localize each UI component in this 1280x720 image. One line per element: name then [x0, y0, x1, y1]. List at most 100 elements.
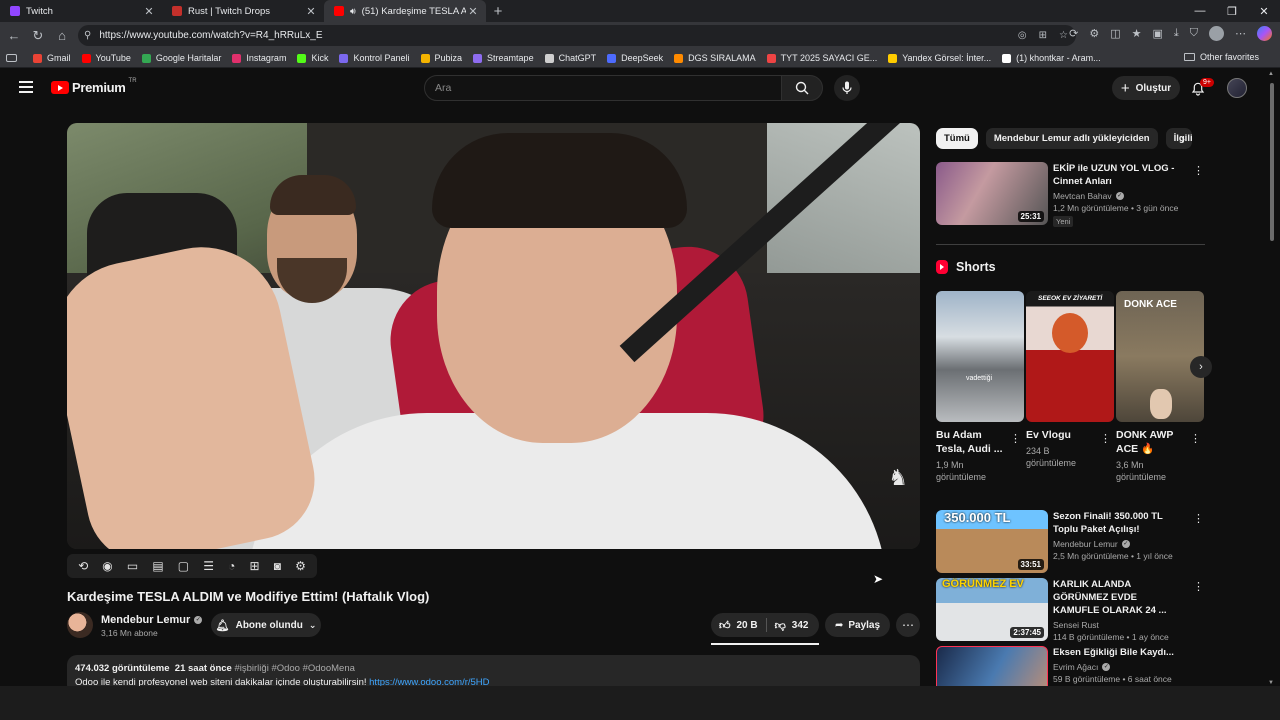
channel-name[interactable]: Sensei Rust — [1053, 620, 1099, 630]
page-scrollbar[interactable]: ▲ ▼ — [1268, 71, 1276, 686]
menu-icon[interactable] — [19, 81, 33, 96]
short-thumbnail[interactable]: DONK ACE — [1116, 291, 1204, 422]
split-screen-icon[interactable]: ◫ — [1110, 27, 1120, 40]
shield-icon[interactable]: ⛉ — [1190, 27, 1198, 40]
close-window-icon[interactable]: ✕ — [1248, 0, 1280, 22]
extensions-icon[interactable]: ⚙ — [1089, 27, 1099, 40]
browser-tab-youtube[interactable]: 🔊︎ (51) Kardeşime TESLA ALDIM ✕ — [324, 0, 486, 22]
bookmark-kick[interactable]: Kick — [297, 53, 328, 63]
bookmark-streamtape[interactable]: Streamtape — [473, 53, 534, 63]
channel-avatar[interactable] — [67, 612, 93, 638]
short-title[interactable]: DONK AWP ACE 🔥 — [1116, 428, 1188, 456]
create-button[interactable]: + Oluştur — [1112, 76, 1180, 100]
search-input[interactable] — [435, 82, 781, 94]
recommended-video[interactable]: Eksen Eğikliği Bile Kaydı... Evrim Ağacı… — [936, 646, 1185, 686]
bookmark-tab-actions[interactable] — [6, 54, 22, 62]
download-icon[interactable]: ⤓ — [1174, 27, 1179, 40]
more-vertical-icon[interactable]: ⋮ — [1010, 432, 1021, 445]
account-avatar[interactable] — [1227, 78, 1247, 98]
subscribe-button[interactable]: 🔔︎ Abone olundu ⌄ — [211, 613, 321, 637]
other-favorites[interactable]: Other favorites — [1183, 52, 1259, 62]
short-item[interactable]: SEEOK EV ZİYARETİ Ev Vlogu 234 B görüntü… — [1026, 291, 1114, 469]
video-player[interactable]: ♞ — [67, 123, 920, 549]
recommended-video[interactable]: GÖRÜNMEZ EV 2:37:45 KARLIK ALANDA GÖRÜNM… — [936, 578, 1204, 642]
favorites-icon[interactable]: ★ — [1132, 27, 1142, 40]
favorite-star-icon[interactable]: ☆ — [1059, 30, 1068, 41]
short-title[interactable]: Ev Vlogu — [1026, 428, 1098, 442]
browser-tab-rust-drops[interactable]: Rust | Twitch Drops ✕ — [162, 0, 324, 22]
channel-name[interactable]: Mendebur Lemur ✓ — [101, 614, 203, 626]
short-item[interactable]: vadettiği Bu Adam Tesla, Audi ... 1,9 Mn… — [936, 291, 1024, 483]
video-thumbnail[interactable]: 25:31 — [936, 162, 1048, 225]
copilot-icon[interactable] — [1257, 26, 1272, 41]
video-title[interactable]: Eksen Eğikliği Bile Kaydı... — [1053, 646, 1185, 659]
recommended-video[interactable]: 25:31 EKİP ile UZUN YOL VLOG - Cinnet An… — [936, 162, 1204, 227]
video-thumbnail[interactable] — [936, 646, 1048, 686]
audio-icon[interactable]: ◉ — [102, 559, 112, 573]
address-bar[interactable]: ⚲ https://www.youtube.com/watch?v=R4_hRR… — [78, 25, 1076, 46]
bookmark-yandex[interactable]: Yandex Görsel: İnter... — [888, 53, 991, 63]
bookmark-deepseek[interactable]: DeepSeek — [607, 53, 663, 63]
voice-search-button[interactable] — [834, 75, 860, 101]
bookmark-kontrol-paneli[interactable]: Kontrol Paneli — [339, 53, 410, 63]
channel-name[interactable]: Mevtcan Bahav — [1053, 191, 1112, 201]
chip-all[interactable]: Tümü — [936, 128, 978, 149]
refresh-page-icon[interactable]: ⟳ — [1069, 27, 1078, 40]
profile-avatar[interactable] — [1209, 26, 1224, 41]
close-icon[interactable]: ✕ — [466, 5, 480, 18]
refresh-icon[interactable]: ↻ — [26, 28, 50, 44]
speed-icon[interactable]: ◔ — [228, 559, 235, 573]
restore-icon[interactable]: ❐ — [1216, 0, 1248, 22]
short-thumbnail[interactable]: SEEOK EV ZİYARETİ — [1026, 291, 1114, 422]
home-icon[interactable]: ⌂ — [50, 28, 74, 43]
video-thumbnail[interactable]: 350.000 TL 33:51 — [936, 510, 1048, 573]
translate-icon[interactable]: ◎ — [1018, 30, 1027, 41]
more-vertical-icon[interactable]: ⋮ — [1100, 432, 1111, 445]
new-tab-button[interactable]: + — [486, 0, 510, 22]
screenshot-icon[interactable]: ◙ — [274, 559, 281, 573]
bookmark-chatgpt[interactable]: ChatGPT — [544, 53, 596, 63]
channel-watermark-icon[interactable]: ♞ — [888, 465, 908, 491]
more-actions-button[interactable]: ⋯ — [896, 613, 920, 637]
url-text[interactable]: https://www.youtube.com/watch?v=R4_hRRuL… — [99, 30, 1018, 41]
shorts-next-button[interactable]: › — [1190, 356, 1212, 378]
bookmark-tyt[interactable]: TYT 2025 SAYACI GE... — [766, 53, 877, 63]
recommended-video[interactable]: 350.000 TL 33:51 Sezon Finali! 350.000 T… — [936, 510, 1204, 573]
video-title[interactable]: EKİP ile UZUN YOL VLOG - Cinnet Anları — [1053, 162, 1185, 188]
folder-icon[interactable]: ▤ — [152, 559, 163, 573]
more-options-icon[interactable]: ⋯ — [1235, 27, 1246, 40]
back-icon[interactable]: ← — [2, 28, 26, 43]
like-button[interactable]: 👍︎ 20 B — [711, 618, 767, 632]
picture-in-picture-icon[interactable]: ▢ — [178, 559, 189, 573]
loop-icon[interactable]: ⟲ — [78, 559, 88, 573]
channel-name[interactable]: Mendebur Lemur — [1053, 539, 1118, 549]
short-thumbnail[interactable]: vadettiği — [936, 291, 1024, 422]
bookmark-pubiza[interactable]: Pubiza — [420, 53, 462, 63]
bookmark-youtube[interactable]: YouTube — [81, 53, 131, 63]
playlist-icon[interactable]: ☰ — [203, 559, 214, 573]
bookmark-dgs[interactable]: DGS SIRALAMA — [674, 53, 756, 63]
add-icon[interactable]: ⊞ — [250, 559, 260, 573]
short-title[interactable]: Bu Adam Tesla, Audi ... — [936, 428, 1008, 456]
site-info-icon[interactable]: ⚲ — [84, 30, 91, 41]
chip-related[interactable]: İlgili — [1165, 128, 1192, 149]
browser-tab-twitch[interactable]: Twitch ✕ — [0, 0, 162, 22]
chevron-right-icon[interactable]: › — [1181, 132, 1185, 146]
more-vertical-icon[interactable]: ⋮ — [1193, 580, 1204, 593]
bookmark-gmail[interactable]: Gmail — [33, 53, 71, 63]
video-title[interactable]: Sezon Finali! 350.000 TL Toplu Paket Açı… — [1053, 510, 1185, 536]
search-button[interactable] — [781, 75, 823, 101]
minimize-icon[interactable]: — — [1184, 0, 1216, 22]
app-available-icon[interactable]: ⊞ — [1039, 30, 1047, 41]
hashtags[interactable]: #işbirliği #Odoo #OdooMena — [234, 663, 354, 674]
video-title[interactable]: KARLIK ALANDA GÖRÜNMEZ EVDE KAMUFLE OLAR… — [1053, 578, 1185, 617]
close-icon[interactable]: ✕ — [304, 5, 318, 18]
youtube-logo[interactable]: Premium TR — [51, 78, 137, 95]
scrollbar-thumb[interactable] — [1270, 83, 1274, 241]
bookmark-instagram[interactable]: Instagram — [232, 53, 286, 63]
search-box[interactable] — [424, 75, 782, 101]
speaker-icon[interactable]: 🔊︎ — [350, 6, 356, 17]
chip-from-uploader[interactable]: Mendebur Lemur adlı yükleyiciden — [985, 128, 1158, 149]
video-thumbnail[interactable]: GÖRÜNMEZ EV 2:37:45 — [936, 578, 1048, 641]
short-item[interactable]: DONK ACE DONK AWP ACE 🔥 3,6 Mn görüntüle… — [1116, 291, 1204, 483]
